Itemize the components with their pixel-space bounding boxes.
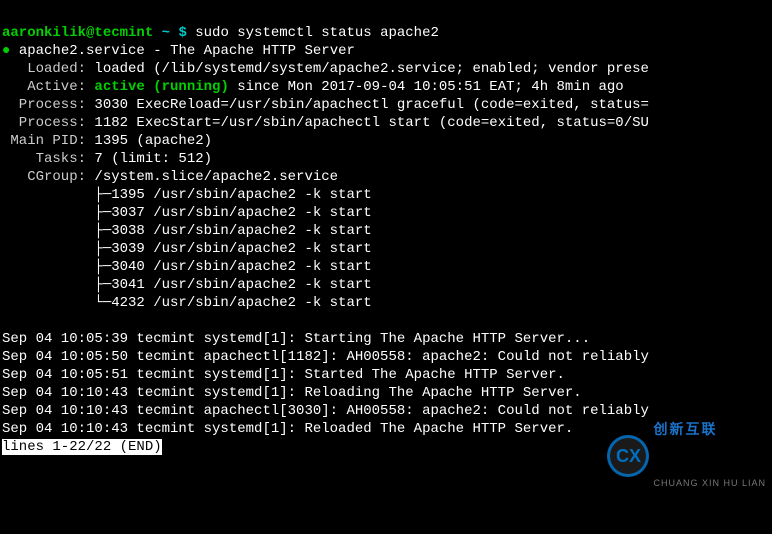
service-header: ● apache2.service - The Apache HTTP Serv… (2, 43, 355, 59)
log-line: Sep 04 10:10:43 tecmint systemd[1]: Relo… (2, 421, 573, 437)
loaded-line: Loaded: loaded (/lib/systemd/system/apac… (2, 61, 649, 77)
service-desc: The Apache HTTP Server (170, 43, 355, 59)
watermark-text: 创新互联 CHUANG XIN HU LIAN (653, 384, 766, 528)
active-line: Active: active (running) since Mon 2017-… (2, 79, 624, 95)
log-line: Sep 04 10:05:51 tecmint systemd[1]: Star… (2, 367, 565, 383)
prompt-userhost: aaronkilik@tecmint (2, 25, 153, 41)
tasks-line: Tasks: 7 (limit: 512) (2, 151, 212, 167)
log-line: Sep 04 10:10:43 tecmint apachectl[3030]:… (2, 403, 649, 419)
terminal-window[interactable]: aaronkilik@tecmint ~ $ sudo systemctl st… (0, 0, 772, 534)
process-line-2: Process: 1182 ExecStart=/usr/sbin/apache… (2, 115, 649, 131)
log-line: Sep 04 10:10:43 tecmint systemd[1]: Relo… (2, 385, 582, 401)
process-line-1: Process: 3030 ExecReload=/usr/sbin/apach… (2, 97, 649, 113)
command-text: sudo systemctl status apache2 (195, 25, 439, 41)
active-state: active (running) (94, 79, 228, 95)
log-line: Sep 04 10:05:39 tecmint systemd[1]: Star… (2, 331, 590, 347)
cgroup-line: CGroup: /system.slice/apache2.service (2, 169, 338, 185)
prompt-sep: ~ $ (153, 25, 195, 41)
process-tree-row: └─4232 /usr/sbin/apache2 -k start (2, 295, 372, 311)
process-tree-row: ├─3039 /usr/sbin/apache2 -k start (2, 241, 372, 257)
pager-status[interactable]: lines 1-22/22 (END) (2, 439, 162, 455)
prompt-line: aaronkilik@tecmint ~ $ sudo systemctl st… (2, 25, 439, 41)
watermark: CX 创新互联 CHUANG XIN HU LIAN (607, 384, 766, 528)
log-line: Sep 04 10:05:50 tecmint apachectl[1182]:… (2, 349, 649, 365)
watermark-logo-icon: CX (607, 435, 649, 477)
mainpid-line: Main PID: 1395 (apache2) (2, 133, 212, 149)
process-tree-row: ├─3040 /usr/sbin/apache2 -k start (2, 259, 372, 275)
process-tree-row: ├─1395 /usr/sbin/apache2 -k start (2, 187, 372, 203)
process-tree-row: ├─3041 /usr/sbin/apache2 -k start (2, 277, 372, 293)
process-tree-row: ├─3038 /usr/sbin/apache2 -k start (2, 223, 372, 239)
service-name: apache2.service (19, 43, 145, 59)
process-tree-row: ├─3037 /usr/sbin/apache2 -k start (2, 205, 372, 221)
